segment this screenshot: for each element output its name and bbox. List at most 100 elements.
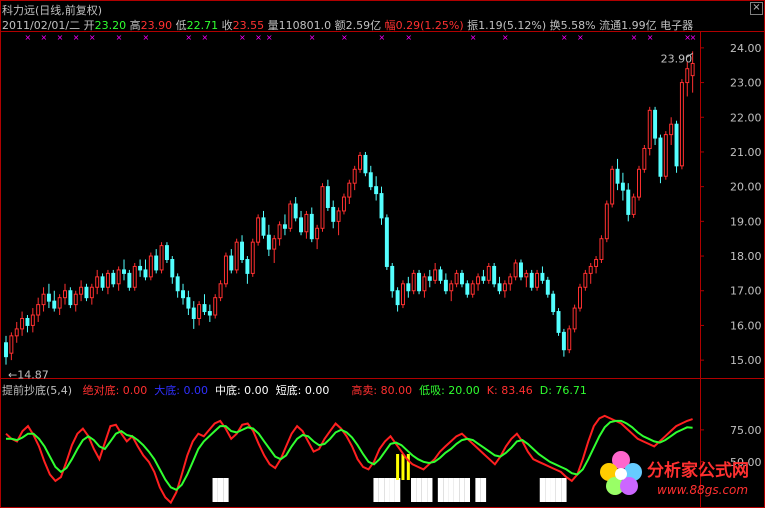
chart-frame — [0, 0, 765, 508]
candle-body — [52, 300, 57, 309]
indicator-item: 中底: 0.00 — [214, 384, 269, 397]
watermark-logo: 分析家公式网 www.88gs.com — [600, 451, 749, 497]
candle-body — [304, 213, 309, 233]
signal-bar — [550, 478, 556, 502]
candle-body — [406, 283, 411, 292]
signal-bar — [453, 478, 460, 502]
turnover-label: 换 — [549, 19, 561, 32]
candle-body — [331, 206, 336, 222]
signal-marker: × — [266, 33, 273, 42]
candle-body — [604, 203, 609, 240]
signal-bar-yellow — [396, 454, 400, 480]
candle-body — [234, 241, 239, 271]
candle-body — [583, 272, 588, 288]
price-tick-label: 17.00 — [730, 285, 762, 298]
candle-body — [674, 123, 679, 167]
amplitude-value: 1.19(5.12%) — [478, 19, 547, 32]
candle-body — [588, 265, 593, 274]
candle-body — [138, 265, 143, 271]
candle-body — [685, 68, 690, 84]
candle-body — [282, 224, 287, 229]
signal-marker: × — [89, 33, 96, 42]
quote-date: 2011/02/01/二 — [2, 19, 81, 32]
candle-body — [95, 276, 100, 288]
candle-body — [116, 269, 121, 285]
candle-body — [143, 269, 148, 278]
candle-body — [122, 269, 126, 274]
change-label: 幅 — [384, 19, 396, 32]
candle-body — [245, 259, 250, 274]
candle-body — [620, 182, 625, 191]
signal-marker: × — [379, 33, 386, 42]
max-price-label: 23.90 — [661, 52, 693, 65]
signal-bar — [416, 478, 422, 502]
candle-body — [320, 186, 325, 229]
float-label: 流通 — [599, 19, 622, 32]
signal-marker: × — [690, 33, 697, 42]
candle-body — [4, 342, 8, 358]
candle-body — [9, 335, 14, 354]
candle-body — [277, 224, 282, 240]
watermark-title: 分析家公式网 — [647, 460, 749, 481]
candle-body — [647, 109, 652, 149]
flower-icon — [600, 451, 642, 495]
candle-body — [240, 241, 245, 261]
candle-body — [266, 234, 271, 250]
signal-marker: × — [647, 33, 654, 42]
candle-body — [175, 276, 180, 292]
chart-canvas: 15.00 16.00 17.00 18.00 19.00 20.00 21.00 22.00… — [0, 0, 765, 508]
candle-body — [223, 255, 228, 285]
price-tick-label: 22.00 — [730, 111, 762, 124]
signal-bar — [464, 478, 471, 502]
candle-body — [427, 276, 432, 281]
indicator-name: 提前抄底(5,4) — [2, 384, 73, 397]
candle-body — [599, 238, 604, 261]
candle-body — [411, 272, 416, 292]
candle-body — [459, 272, 464, 285]
candle-body — [100, 276, 105, 288]
candle-body — [610, 168, 615, 205]
signal-marker: × — [201, 33, 208, 42]
candle-body — [492, 265, 497, 285]
candle-body — [556, 311, 561, 333]
price-tick-label: 18.00 — [730, 250, 762, 263]
candle-body — [250, 241, 255, 274]
close-icon[interactable]: × — [750, 2, 763, 15]
candle-body — [465, 283, 470, 295]
candle-body — [154, 255, 159, 271]
candle-body — [540, 272, 545, 281]
signal-marker: × — [405, 33, 412, 42]
candle-body — [658, 137, 663, 177]
candle-body — [25, 317, 30, 326]
candle-body — [79, 286, 84, 295]
candle-body — [14, 328, 19, 337]
close-label: 收 — [221, 19, 233, 32]
candle-body — [529, 272, 534, 288]
candle-body — [535, 272, 540, 288]
indicator-header: 提前抄底(5,4) 绝对底: 0.00 大底: 0.00 中底: 0.00 短底: 0… — [2, 382, 587, 398]
signal-bar — [384, 478, 390, 502]
price-tick-label: 24.00 — [730, 42, 762, 55]
candle-body — [379, 193, 384, 219]
candle-body — [315, 227, 320, 240]
candle-body — [105, 272, 110, 288]
candle-body — [229, 255, 234, 271]
candle-body — [631, 196, 636, 215]
indicator-item: 短底: 0.00 — [275, 384, 330, 397]
high-label: 高 — [129, 19, 141, 32]
signal-bar — [373, 478, 379, 502]
candle-body — [352, 168, 357, 184]
candle-body — [470, 283, 475, 295]
candle-body — [288, 203, 293, 229]
candle-body — [325, 186, 330, 208]
price-tick-label: 16.00 — [730, 319, 762, 332]
candle-body — [374, 186, 379, 195]
low-value: 22.71 — [186, 19, 219, 32]
signal-bar — [437, 478, 444, 502]
candle-body — [551, 293, 556, 313]
signal-marker: × — [142, 33, 149, 42]
amount-label: 额 — [334, 19, 346, 32]
candle-body — [191, 307, 196, 319]
float-value: 1.99亿 — [621, 19, 657, 32]
candle-body — [197, 304, 202, 319]
